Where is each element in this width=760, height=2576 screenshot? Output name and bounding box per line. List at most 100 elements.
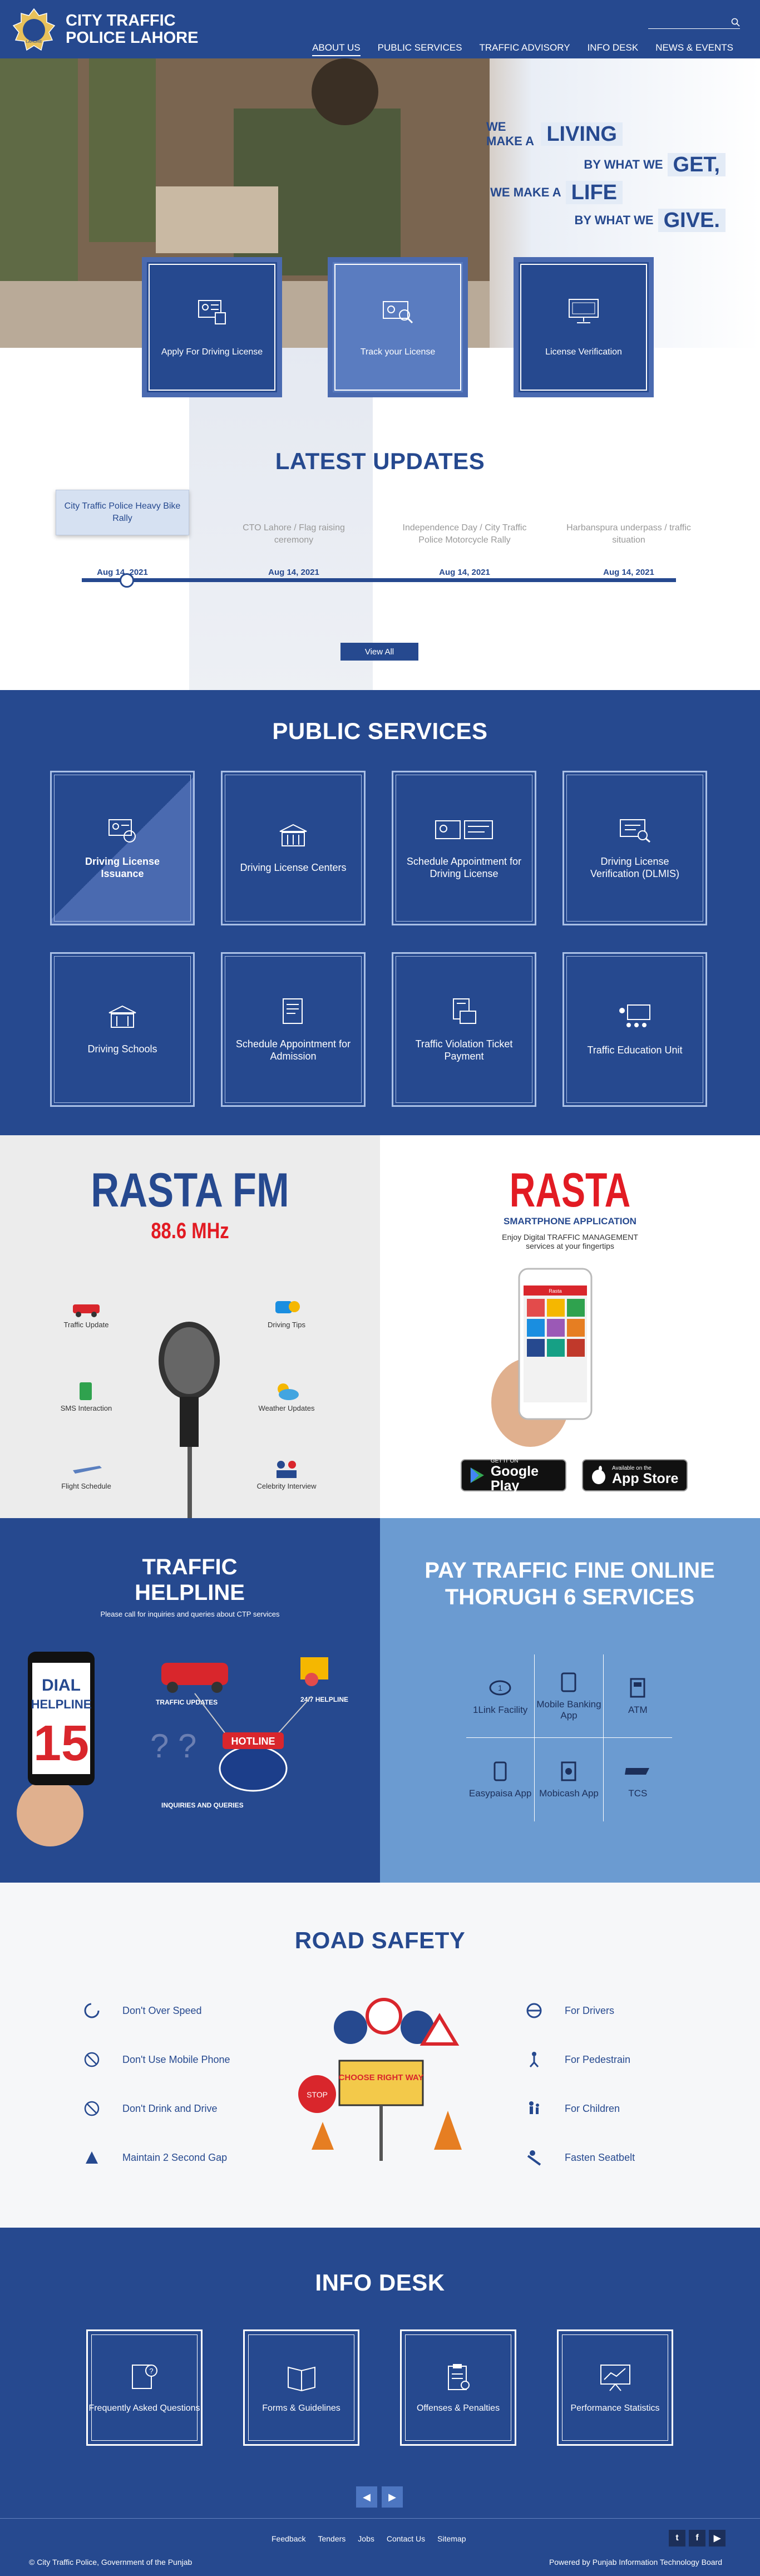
payment-option[interactable]: Easypaisa App [466, 1738, 535, 1821]
payment-option[interactable]: Mobicash App [535, 1738, 604, 1821]
updates-title: LATEST UPDATES [275, 448, 485, 474]
service-card[interactable]: Traffic Violation Ticket Payment [392, 952, 536, 1107]
road-safety-title: ROAD SAFETY [294, 1927, 466, 1953]
youtube-icon[interactable]: ▶ [709, 2530, 726, 2547]
info-card-faq[interactable]: ? Frequently Asked Questions [86, 2329, 203, 2446]
info-card-statistics[interactable]: Performance Statistics [557, 2329, 673, 2446]
payment-label: Mobile Banking App [536, 1698, 601, 1721]
label-inquiries: INQUIRIES AND QUERIES [161, 1801, 244, 1809]
footer-link-contact[interactable]: Contact Us [387, 2534, 425, 2543]
clipboard-icon [447, 2363, 470, 2390]
chart-board-icon [600, 2364, 630, 2391]
fm-feature-weather: Weather Updates [236, 1380, 337, 1412]
stop-sign-text: STOP [307, 2090, 328, 2099]
update-item[interactable]: Harbanspura underpass / traffic situatio… [562, 522, 695, 577]
google-big: Google Play [490, 1463, 539, 1494]
svg-text:? ?: ? ? [150, 1727, 196, 1765]
search-input[interactable] [648, 19, 726, 28]
footer: Feedback Tenders Jobs Contact Us Sitemap… [0, 2518, 760, 2576]
license-verify-icon [620, 819, 650, 843]
menu-traffic-advisory[interactable]: Traffic Advisory [479, 42, 570, 56]
menu-news-events[interactable]: News & Events [655, 42, 733, 56]
view-all-button[interactable]: View All [340, 643, 418, 661]
payment-option[interactable]: Mobile Banking App [535, 1654, 604, 1738]
rasta-section: RASTA FM 88.6 MHz Traffic Update Driving… [0, 1135, 760, 1518]
road-tip[interactable]: Don't Drink and Drive [83, 2100, 218, 2117]
update-item[interactable]: Independence Day / City Traffic Police M… [398, 522, 531, 577]
services-title: PUBLIC SERVICES [272, 718, 488, 744]
footer-link-tenders[interactable]: Tenders [318, 2534, 346, 2543]
brand-line1: City Traffic [66, 12, 176, 29]
helpline-number: 15 [33, 1716, 89, 1771]
brand-title[interactable]: City Traffic Police Lahore [66, 12, 198, 47]
service-card[interactable]: Driving License Centers [221, 771, 366, 925]
track-license-card[interactable]: Track your License [328, 257, 468, 397]
app-store-button[interactable]: Available on the App Store [582, 1459, 688, 1491]
info-card-label: Forms & Guidelines [262, 2403, 340, 2413]
helpline-phone-illustration: DIAL HELPLINE 15 [17, 1652, 95, 1846]
info-card-offenses[interactable]: Offenses & Penalties [400, 2329, 516, 2446]
phone-in-hand-image: Rasta [491, 1268, 593, 1447]
road-tip[interactable]: For Pedestrain [526, 2051, 630, 2068]
service-card[interactable]: Schedule Appointment for Driving License [392, 771, 536, 925]
card-label: License Verification [545, 347, 622, 357]
menu-public-services[interactable]: Public Services [378, 42, 462, 56]
service-label: Schedule Appointment for Driving License [406, 856, 522, 879]
service-card[interactable]: Driving License Verification (DLMIS) [562, 771, 707, 925]
apply-license-card[interactable]: Apply For Driving License [142, 257, 282, 397]
next-arrow-button[interactable]: ▶ [382, 2486, 403, 2508]
road-safety-section: ROAD SAFETY Don't Over Speed Don't Use M… [0, 1883, 760, 2228]
updates-timeline [82, 578, 676, 582]
police-logo[interactable]: LAHORE [12, 8, 56, 52]
license-verification-card[interactable]: License Verification [514, 257, 654, 397]
fm-feature-celebrity: Celebrity Interview [236, 1458, 337, 1490]
road-tip[interactable]: Maintain 2 Second Gap [83, 2149, 227, 2166]
road-tip-label: Fasten Seatbelt [565, 2151, 635, 2163]
service-card[interactable]: Driving License Issuance [50, 771, 195, 925]
search-icon[interactable] [731, 18, 740, 27]
service-card[interactable]: Schedule Appointment for Admission [221, 952, 366, 1107]
road-tip[interactable]: Don't Over Speed [83, 2002, 202, 2019]
menu-info-desk[interactable]: Info Desk [588, 42, 639, 56]
footer-links: Feedback Tenders Jobs Contact Us Sitemap [272, 2534, 466, 2543]
rasta-app-title: RASTA [509, 1164, 631, 1217]
road-tip[interactable]: For Children [526, 2100, 620, 2117]
road-tip[interactable]: Fasten Seatbelt [526, 2149, 635, 2166]
road-tip[interactable]: For Drivers [526, 2002, 614, 2019]
brand-line2: Police Lahore [66, 29, 199, 47]
easypaisa-icon [493, 1761, 507, 1781]
track-license-icon [383, 301, 413, 324]
update-item[interactable]: CTO Lahore / Flag raising ceremony Aug 1… [227, 522, 361, 577]
update-item[interactable]: City Traffic Police Heavy Bike Rally Aug… [56, 490, 189, 577]
quick-cards: Apply For Driving License Track your Lic… [142, 257, 654, 397]
road-tip[interactable]: Don't Use Mobile Phone [83, 2051, 230, 2068]
info-card-forms[interactable]: Forms & Guidelines [243, 2329, 359, 2446]
update-title: CTO Lahore / Flag raising ceremony [243, 523, 345, 545]
facebook-icon[interactable]: f [689, 2530, 705, 2547]
book-icon [287, 2366, 315, 2391]
twitter-icon[interactable]: t [669, 2530, 685, 2547]
logo-text: LAHORE [26, 40, 42, 44]
prev-arrow-button[interactable]: ◀ [356, 2486, 377, 2508]
helpline-title: TRAFFIC HELPLINE [135, 1555, 245, 1605]
steering-wheel-icon [526, 2003, 542, 2018]
service-card[interactable]: Driving Schools [50, 952, 195, 1107]
google-play-button[interactable]: GET IT ON Google Play [461, 1458, 566, 1494]
payment-label: Easypaisa App [468, 1788, 532, 1799]
license-icon [198, 300, 226, 324]
phone-title: Rasta [549, 1288, 562, 1294]
footer-link-sitemap[interactable]: Sitemap [437, 2534, 466, 2543]
footer-link-feedback[interactable]: Feedback [272, 2534, 305, 2543]
menu-about-us[interactable]: About Us [312, 42, 361, 56]
service-label: Driving License Issuance [85, 856, 160, 879]
footer-link-jobs[interactable]: Jobs [358, 2534, 374, 2543]
payment-option[interactable]: ATM [603, 1654, 672, 1738]
service-card[interactable]: Traffic Education Unit [562, 952, 707, 1107]
info-card-label: Frequently Asked Questions [88, 2403, 200, 2413]
update-date: Aug 14, 2021 [268, 568, 319, 577]
payment-option[interactable]: 1 1Link Facility [466, 1654, 535, 1738]
payment-option[interactable]: TCS [604, 1738, 672, 1821]
label-traffic-updates: TRAFFIC UPDATES [156, 1698, 218, 1706]
slogan-big-3: LIFE [565, 181, 623, 204]
update-title: Independence Day / City Traffic Police M… [402, 523, 527, 545]
